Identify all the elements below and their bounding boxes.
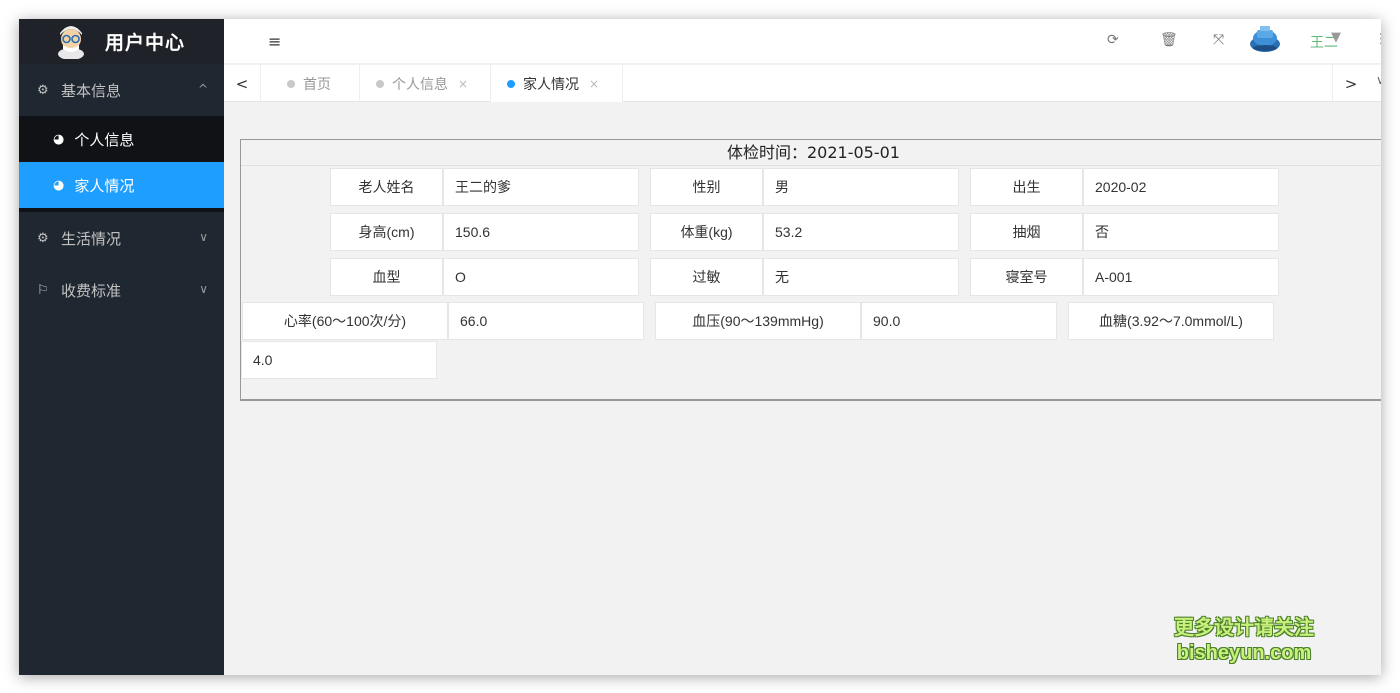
tab-family-info[interactable]: 家人情况 × bbox=[491, 65, 623, 102]
field-label: 出生 bbox=[970, 168, 1083, 206]
chevron-down-icon: ∨ bbox=[199, 282, 208, 296]
field-label: 体重(kg) bbox=[650, 213, 763, 251]
sidebar-group-fees[interactable]: ⚐ 收费标准 ∨ bbox=[19, 264, 224, 316]
chevron-up-icon: ^ bbox=[197, 82, 208, 96]
sidebar-group-label: 基本信息 bbox=[61, 81, 122, 100]
field-value: 无 bbox=[763, 258, 959, 296]
health-record-panel: 体检时间：2021-05-01 老人姓名 王二的爹 性别 男 出生 2020-0… bbox=[240, 139, 1381, 401]
tab-label: 个人信息 bbox=[392, 76, 448, 93]
field-label: 抽烟 bbox=[970, 213, 1083, 251]
tab-scroll-right-button[interactable]: > bbox=[1332, 65, 1369, 102]
field-label: 性别 bbox=[650, 168, 763, 206]
tab-bar: < 首页 个人信息 × 家人情况 × > ∨ bbox=[224, 65, 1381, 102]
sidebar-group-basic-info[interactable]: ⚙ 基本信息 ^ bbox=[19, 64, 224, 116]
exam-date-title: 体检时间：2021-05-01 bbox=[241, 140, 1381, 166]
more-vertical-icon[interactable]: ⋮ bbox=[1374, 31, 1381, 47]
sidebar-group-living[interactable]: ⚙ 生活情况 ∨ bbox=[19, 212, 224, 264]
watermark: 更多设计请关注 bisheyun.com bbox=[1174, 616, 1314, 666]
gears-icon: ⚙ bbox=[37, 82, 49, 98]
chevron-down-icon: ∨ bbox=[199, 230, 208, 244]
field-value: 150.6 bbox=[443, 213, 639, 251]
field-value: 2020-02 bbox=[1083, 168, 1279, 206]
field-value: 王二的爹 bbox=[443, 168, 639, 206]
caret-down-icon[interactable]: ▼ bbox=[1331, 30, 1341, 45]
field-value: 否 bbox=[1083, 213, 1279, 251]
tab-dot-icon bbox=[287, 79, 295, 88]
field-value: O bbox=[443, 258, 639, 296]
sidebar-group-label: 收费标准 bbox=[61, 281, 122, 300]
close-icon[interactable]: × bbox=[458, 77, 468, 91]
field-value: 66.0 bbox=[448, 302, 644, 340]
field-value: 4.0 bbox=[241, 341, 437, 379]
field-label: 老人姓名 bbox=[330, 168, 443, 206]
field-label: 寝室号 bbox=[970, 258, 1083, 296]
top-header: ≡ ⟳ 🗑︎ ⤧ 王二 ▼ ⋮ bbox=[224, 19, 1381, 64]
tab-label: 家人情况 bbox=[523, 76, 579, 93]
tab-scroll-left-button[interactable]: < bbox=[224, 65, 261, 102]
tab-label: 首页 bbox=[303, 76, 331, 93]
tab-more-dropdown[interactable]: ∨ bbox=[1376, 73, 1381, 87]
sidebar: 用户中心 ⚙ 基本信息 ^ ◕ 个人信息 ◕ 家人情况 ⚙ 生活情况 ∨ ⚐ 收… bbox=[19, 19, 224, 675]
gears-icon: ⚙ bbox=[37, 230, 49, 246]
sidebar-submenu: ◕ 个人信息 ◕ 家人情况 bbox=[19, 116, 224, 212]
sidebar-item-label: 个人信息 bbox=[74, 130, 135, 149]
tab-dot-icon bbox=[507, 79, 515, 88]
main-content: 体检时间：2021-05-01 老人姓名 王二的爹 性别 男 出生 2020-0… bbox=[224, 102, 1381, 675]
field-label: 血型 bbox=[330, 258, 443, 296]
watermark-line-1: 更多设计请关注 bbox=[1174, 617, 1314, 639]
sidebar-item-label: 家人情况 bbox=[74, 176, 135, 195]
menu-fold-icon[interactable]: ≡ bbox=[268, 32, 281, 51]
field-label: 身高(cm) bbox=[330, 213, 443, 251]
sidebar-group-label: 生活情况 bbox=[61, 229, 122, 248]
fullscreen-icon[interactable]: ⤧ bbox=[1213, 32, 1224, 48]
field-value: A-001 bbox=[1083, 258, 1279, 296]
dashboard-icon: ◕ bbox=[53, 177, 65, 193]
refresh-icon[interactable]: ⟳ bbox=[1107, 32, 1119, 48]
avatar[interactable] bbox=[1248, 22, 1282, 56]
field-value: 90.0 bbox=[861, 302, 1057, 340]
trash-icon[interactable]: 🗑︎ bbox=[1160, 32, 1178, 48]
tab-personal-info[interactable]: 个人信息 × bbox=[360, 65, 491, 102]
watermark-line-2: bisheyun.com bbox=[1176, 642, 1312, 664]
flag-icon: ⚐ bbox=[37, 282, 49, 298]
logo-avatar-icon bbox=[58, 25, 84, 59]
tab-home[interactable]: 首页 bbox=[261, 65, 360, 102]
field-value: 53.2 bbox=[763, 213, 959, 251]
close-icon[interactable]: × bbox=[589, 77, 599, 91]
field-label: 血压(90～139mmHg) bbox=[655, 302, 861, 340]
field-label: 血糖(3.92～7.0mmol/L) bbox=[1068, 302, 1274, 340]
dashboard-icon: ◕ bbox=[53, 131, 65, 147]
tab-dot-icon bbox=[376, 79, 384, 88]
field-value: 男 bbox=[763, 168, 959, 206]
sidebar-item-personal-info[interactable]: ◕ 个人信息 bbox=[19, 116, 224, 162]
app-window: 用户中心 ⚙ 基本信息 ^ ◕ 个人信息 ◕ 家人情况 ⚙ 生活情况 ∨ ⚐ 收… bbox=[19, 19, 1381, 675]
field-label: 心率(60～100次/分) bbox=[242, 302, 448, 340]
sidebar-item-family-info[interactable]: ◕ 家人情况 bbox=[19, 162, 224, 208]
sidebar-logo[interactable]: 用户中心 bbox=[19, 19, 224, 64]
field-label: 过敏 bbox=[650, 258, 763, 296]
sidebar-title: 用户中心 bbox=[105, 32, 186, 54]
